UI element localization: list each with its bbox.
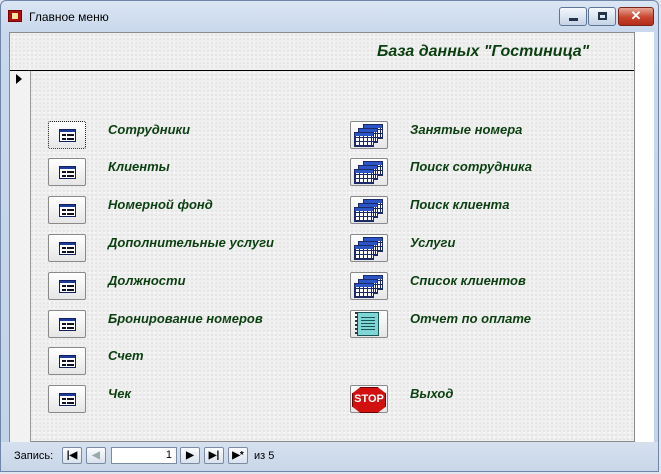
search-client-button[interactable] [350, 196, 388, 224]
last-record-button[interactable]: ▶| [204, 447, 224, 464]
current-record-input[interactable]: 1 [111, 447, 177, 464]
close-button[interactable]: ✕ [618, 7, 654, 26]
form-icon [59, 129, 76, 142]
previous-record-button[interactable]: ◀ [86, 447, 106, 464]
open-receipt-button[interactable] [48, 385, 86, 413]
report-icon [355, 312, 379, 336]
payment-report-label: Отчет по оплате [410, 311, 531, 326]
search-employee-label: Поиск сотрудника [410, 159, 533, 174]
search-client-label: Поиск клиента [410, 197, 510, 212]
exit-button[interactable]: STOP [350, 385, 388, 413]
window-title: Главное меню [29, 10, 109, 24]
search-employee-button[interactable] [350, 158, 388, 186]
occupied-rooms-label: Занятые номера [410, 122, 523, 137]
stop-icon: STOP [351, 387, 387, 413]
form-body [9, 32, 635, 442]
query-grid-icon [354, 124, 385, 147]
open-invoice-button[interactable] [48, 347, 86, 375]
open-employees-button[interactable] [48, 121, 86, 149]
clients-label: Клиенты [108, 159, 170, 174]
form-icon [59, 280, 76, 293]
open-positions-button[interactable] [48, 272, 86, 300]
record-selector[interactable] [10, 71, 31, 442]
record-total: из 5 [254, 450, 275, 462]
current-record-arrow-icon [16, 74, 22, 84]
main-menu-window: Главное меню ✕ База данных "Гостиница" С… [0, 0, 659, 472]
close-icon: ✕ [630, 8, 642, 23]
header-divider [10, 70, 634, 71]
query-grid-icon [354, 199, 385, 222]
form-icon [59, 393, 76, 406]
open-room-stock-button[interactable] [48, 196, 86, 224]
form-icon [59, 355, 76, 368]
form-icon [59, 318, 76, 331]
payment-report-button[interactable] [350, 310, 388, 338]
form-icon [59, 166, 76, 179]
new-record-button[interactable]: ▶* [228, 447, 248, 464]
client-list-button[interactable] [350, 272, 388, 300]
previous-record-icon: ◀ [92, 450, 100, 461]
last-record-icon: ▶| [208, 450, 220, 461]
extra-services-label: Дополнительные услуги [108, 235, 274, 250]
open-clients-button[interactable] [48, 158, 86, 186]
query-grid-icon [354, 161, 385, 184]
first-record-button[interactable]: |◀ [62, 447, 82, 464]
next-record-icon: ▶ [186, 450, 194, 461]
open-extra-services-button[interactable] [48, 234, 86, 262]
receipt-label: Чек [108, 386, 132, 401]
record-navigator: Запись: |◀ ◀ 1 ▶ ▶| ▶* из 5 [1, 442, 658, 471]
title-bar[interactable]: Главное меню ✕ [1, 1, 658, 31]
form-app-icon [8, 10, 22, 22]
occupied-rooms-button[interactable] [350, 121, 388, 149]
client-list-label: Список клиентов [410, 273, 526, 288]
form-icon [59, 242, 76, 255]
maximize-icon [598, 12, 607, 20]
form-right-margin [635, 32, 654, 442]
form-icon [59, 204, 76, 217]
first-record-icon: |◀ [66, 450, 78, 461]
minimize-icon [569, 18, 578, 21]
room-stock-label: Номерной фонд [108, 197, 213, 212]
next-record-button[interactable]: ▶ [180, 447, 200, 464]
invoice-label: Счет [108, 348, 144, 363]
positions-label: Должности [108, 273, 186, 288]
room-booking-label: Бронирование номеров [108, 311, 263, 326]
minimize-button[interactable] [559, 7, 587, 26]
new-record-icon: ▶* [232, 450, 244, 461]
maximize-button[interactable] [588, 7, 616, 26]
form-header-title: База данных "Гостиница" [377, 43, 590, 60]
services-label: Услуги [410, 235, 456, 250]
open-room-booking-button[interactable] [48, 310, 86, 338]
query-grid-icon [354, 237, 385, 260]
services-button[interactable] [350, 234, 388, 262]
query-grid-icon [354, 275, 385, 298]
exit-label: Выход [410, 386, 454, 401]
record-label: Запись: [14, 450, 54, 462]
employees-label: Сотрудники [108, 122, 191, 137]
